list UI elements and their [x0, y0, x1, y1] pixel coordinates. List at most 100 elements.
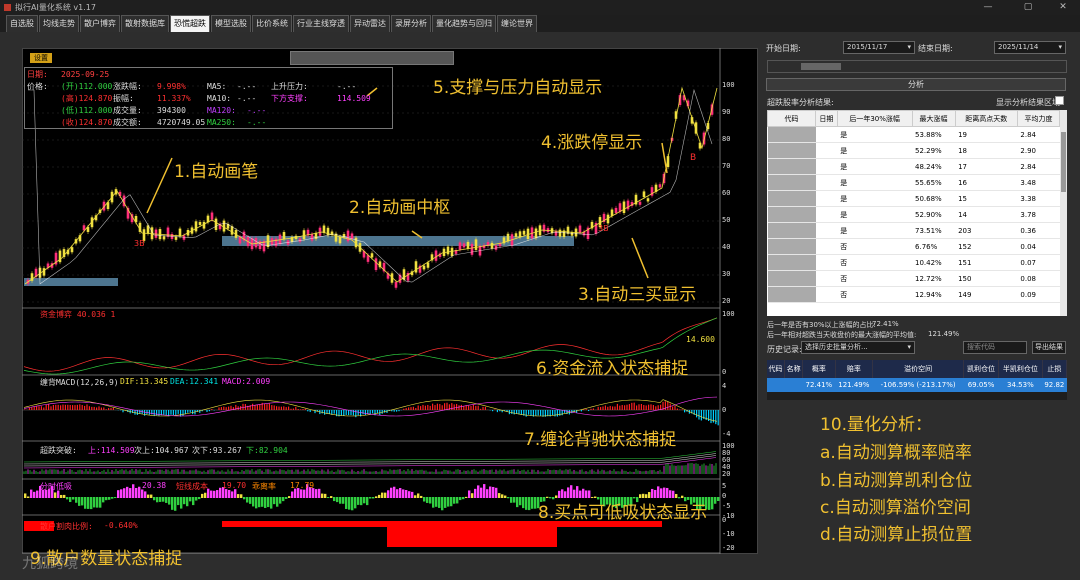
ma120-label: MA120:: [207, 106, 236, 115]
table-row[interactable]: 是 50.68% 15 3.38: [767, 190, 1060, 207]
lowbuy-bar: [414, 495, 417, 498]
lowbuy-bar: [525, 497, 528, 510]
table-row[interactable]: 是 52.29% 18 2.90: [767, 142, 1060, 159]
lowbuy-bar: [135, 487, 138, 498]
column-header[interactable]: 日期: [815, 110, 838, 127]
result-table[interactable]: 代码 日期 后一年30%涨幅 最大涨幅 距离高点天数 平均力度 是 53.88% 19 2.84…: [767, 110, 1067, 316]
tab-item[interactable]: 散户博弈: [80, 15, 120, 32]
tab-item[interactable]: 散射数据库: [121, 15, 169, 32]
table-row[interactable]: 否 12.94% 149 0.09: [767, 286, 1060, 303]
macd-bar: [220, 407, 222, 410]
macd-bar: [110, 407, 112, 410]
candle: [214, 218, 218, 230]
macd-bar: [657, 405, 659, 410]
lowbuy-bar: [363, 497, 366, 504]
macd-bar: [228, 406, 230, 410]
macd-bar: [148, 410, 150, 415]
macd-bar: [273, 405, 275, 410]
column-header[interactable]: 平均力度: [1016, 110, 1061, 127]
stock-input[interactable]: [767, 60, 1067, 73]
lowbuy-bar: [531, 497, 534, 509]
summary2-label: 后一年相对超跌当天收盘价的最大涨幅的平均值:: [767, 331, 917, 339]
history-column-header[interactable]: 名称: [784, 360, 804, 378]
tab-item[interactable]: 模型选股: [211, 15, 251, 32]
cell-code: [767, 286, 816, 303]
table-row[interactable]: 是 52.90% 14 3.78: [767, 206, 1060, 223]
cell-max: 53.88%: [912, 126, 956, 143]
tab-item[interactable]: 量化趋势与回归: [432, 15, 496, 32]
lowbuy-bar: [288, 496, 291, 498]
scrollbar-thumb[interactable]: [1061, 132, 1066, 192]
start-date-picker[interactable]: 2015/11/17 ▾: [843, 41, 915, 54]
macd-bar: [607, 406, 609, 410]
macd-bar: [674, 405, 676, 410]
lowbuy-bar: [99, 497, 102, 508]
macd-bar: [180, 410, 182, 417]
tab-item[interactable]: 行业主线穿透: [293, 15, 349, 32]
candle: [254, 238, 258, 248]
tab-item[interactable]: 缠论世界: [497, 15, 537, 32]
settings-button[interactable]: 设置: [30, 53, 52, 63]
lowbuy-bar: [711, 497, 714, 510]
table-row[interactable]: 否 12.72% 150 0.08: [767, 270, 1060, 287]
lowbuy-bar: [399, 487, 402, 498]
tab-item[interactable]: 自选股: [6, 15, 38, 32]
history-table[interactable]: 代码 名称 概率 赔率 溢价空间 凯利仓位 半凯利仓位 止损 72.41% 121.49% -10…: [767, 360, 1068, 400]
macd-bar: [60, 405, 62, 410]
tab-item[interactable]: 恐慌超跌: [170, 15, 210, 32]
cell-date: [815, 174, 838, 191]
lowbuy-bar: [468, 490, 471, 498]
history-column-header[interactable]: 概率: [802, 360, 836, 378]
export-button[interactable]: 导出结果: [1032, 341, 1066, 354]
history-column-header[interactable]: 代码: [767, 360, 786, 378]
tab-item[interactable]: 录屏分析: [391, 15, 431, 32]
lowbuy-bar: [381, 492, 384, 498]
lowbuy-bar: [492, 486, 495, 498]
table-row[interactable]: 是 55.65% 16 3.48: [767, 174, 1060, 191]
minimize-button[interactable]: —: [975, 0, 1001, 15]
table-scrollbar[interactable]: [1060, 110, 1067, 316]
history-column-header[interactable]: 溢价空间: [872, 360, 965, 378]
table-row[interactable]: 是 48.24% 17 2.84: [767, 158, 1060, 175]
tab-item[interactable]: 比价系统: [252, 15, 292, 32]
maximize-button[interactable]: ▢: [1015, 0, 1041, 15]
macd-bar: [427, 404, 429, 410]
table-row[interactable]: 是 53.88% 19 2.84: [767, 126, 1060, 143]
macd-bar: [153, 410, 155, 417]
macd-bar: [436, 403, 438, 410]
history-row[interactable]: 72.41% 121.49% -106.59% (-213.17%) 69.05% 34…: [767, 378, 1067, 392]
macd-bar: [633, 402, 635, 410]
column-header[interactable]: 代码: [767, 110, 816, 127]
column-header[interactable]: 最大涨幅: [911, 110, 956, 127]
end-date-picker[interactable]: 2025/11/14 ▾: [994, 41, 1066, 54]
history-column-header[interactable]: 止损: [1042, 360, 1068, 378]
macd-bar: [324, 410, 326, 415]
macd-bar: [256, 404, 258, 410]
lowbuy-bar: [477, 485, 480, 498]
macd-bar: [57, 404, 59, 410]
candle: [518, 231, 522, 238]
tab-item[interactable]: 均线走势: [39, 15, 79, 32]
history-column-header[interactable]: 赔率: [835, 360, 874, 378]
macd-bar: [624, 405, 626, 410]
table-row[interactable]: 是 73.51% 203 0.36: [767, 222, 1060, 239]
show-area-checkbox[interactable]: [1055, 96, 1064, 105]
history-column-header[interactable]: 凯利仓位: [963, 360, 1000, 378]
tab-item[interactable]: 异动雷达: [350, 15, 390, 32]
table-row[interactable]: 否 10.42% 151 0.07: [767, 254, 1060, 271]
analyze-button[interactable]: 分析: [766, 78, 1066, 91]
search-code-input[interactable]: 搜索代码: [963, 341, 1027, 354]
close-button[interactable]: ✕: [1050, 0, 1076, 15]
table-row[interactable]: 否 6.76% 152 0.04: [767, 238, 1060, 255]
column-header[interactable]: 后一年30%涨幅: [836, 110, 913, 127]
column-header[interactable]: 距离高点天数: [954, 110, 1018, 127]
lowbuy-bar: [453, 497, 456, 504]
history-select[interactable]: 选择历史批量分析... ▾: [801, 341, 915, 354]
history-column-header[interactable]: 半凯利仓位: [998, 360, 1043, 378]
lowbuy-bar: [396, 489, 399, 498]
lowbuy-bar: [72, 497, 75, 500]
cell-days: 17: [955, 158, 1018, 175]
stock-name-field[interactable]: [290, 51, 454, 65]
candle: [614, 207, 618, 214]
y-axis-tick: 80: [722, 135, 731, 143]
